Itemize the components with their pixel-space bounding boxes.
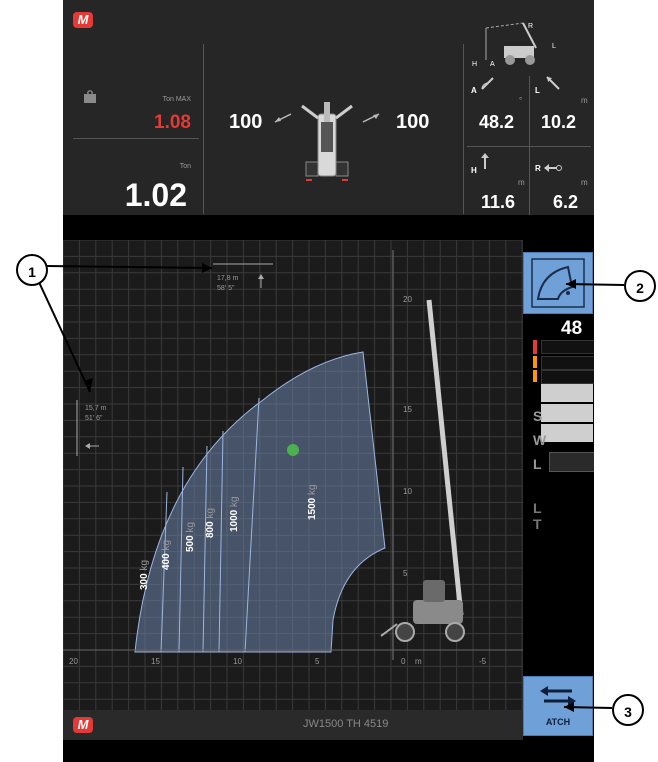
callout-3: 3 — [612, 694, 644, 726]
callout-1: 1 — [16, 254, 48, 286]
callout-2: 2 — [624, 270, 656, 302]
callout-lines — [37, 263, 625, 712]
